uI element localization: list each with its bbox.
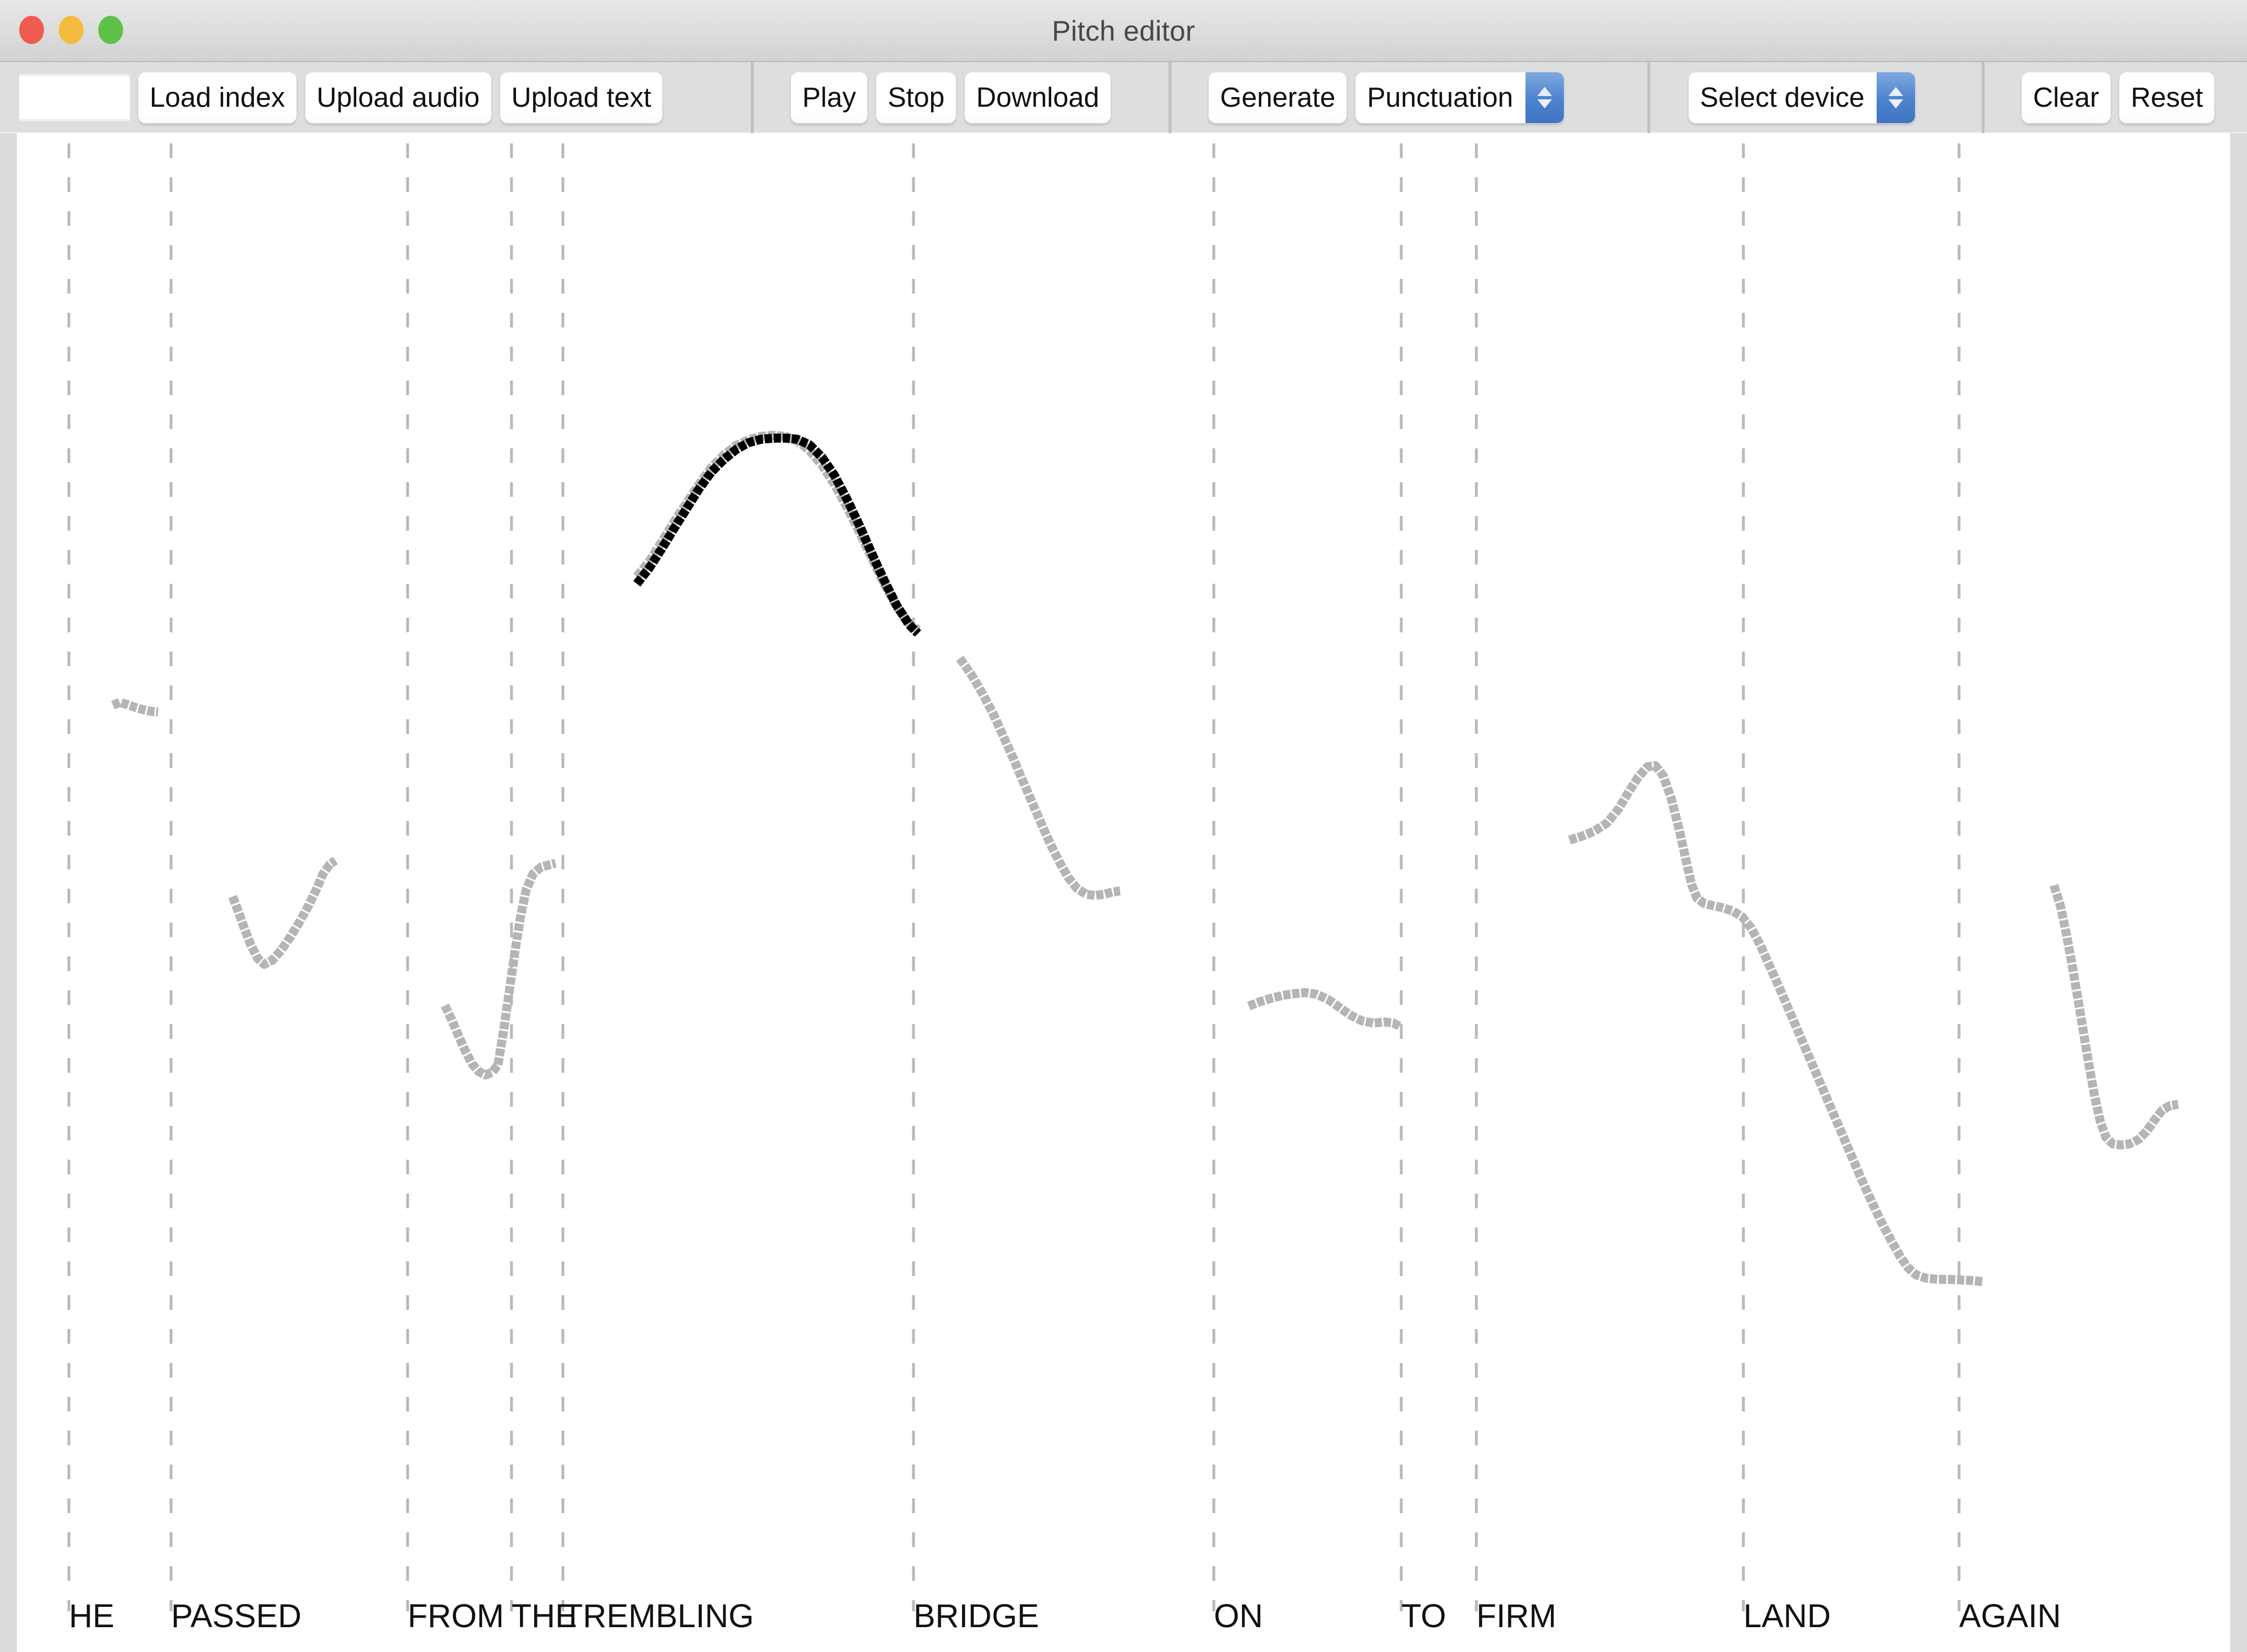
index-input[interactable] (19, 74, 130, 121)
toolbar-group-file: Load index Upload audio Upload text (19, 62, 663, 133)
original-pitch-contour-segment[interactable] (228, 856, 338, 969)
device-select[interactable]: Select device (1688, 72, 1916, 124)
pitch-contour-plot[interactable] (34, 133, 2247, 1652)
toolbar-separator-1 (751, 62, 754, 133)
original-pitch-contour-segment[interactable] (956, 655, 1121, 900)
pitch-chart-area: HE PASSED FROM THE TREMBLING BRIDGE ON TO FIRM LA… (0, 133, 2247, 1652)
original-pitch-contour-segment[interactable] (1247, 988, 1402, 1031)
reset-button[interactable]: Reset (2119, 72, 2215, 124)
original-pitch-contour-segment[interactable] (111, 698, 159, 716)
toolbar: Load index Upload audio Upload text Play… (0, 62, 2247, 133)
original-pitch-contour-segment[interactable] (633, 431, 921, 634)
toolbar-group-device: Select device (1688, 62, 1916, 133)
device-select-value: Select device (1689, 72, 1877, 123)
toolbar-separator-3 (1647, 62, 1650, 133)
window-titlebar: Pitch editor (0, 0, 2247, 62)
chevron-updown-icon (1877, 72, 1916, 123)
generate-button[interactable]: Generate (1208, 72, 1348, 124)
toolbar-group-edit: Clear Reset (2021, 62, 2215, 133)
download-button[interactable]: Download (964, 72, 1112, 124)
original-pitch-contour-segment[interactable] (440, 1003, 502, 1080)
toolbar-group-playback: Play Stop Download (790, 62, 1112, 133)
toolbar-group-generate: Generate Punctuation (1208, 62, 1565, 133)
original-pitch-contour-segment[interactable] (1568, 761, 1983, 1286)
edited-pitch-contour-segment[interactable] (633, 434, 921, 637)
punctuation-select-value: Punctuation (1356, 72, 1526, 123)
punctuation-select[interactable]: Punctuation (1355, 72, 1565, 124)
clear-button[interactable]: Clear (2021, 72, 2112, 124)
pitch-editor-window: Pitch editor Load index Upload audio Upl… (0, 0, 2247, 1652)
window-title: Pitch editor (1052, 15, 1195, 47)
chevron-updown-icon (1525, 72, 1564, 123)
original-pitch-contour-segment[interactable] (493, 859, 557, 1066)
toolbar-separator-2 (1169, 62, 1171, 133)
original-pitch-contour-segment[interactable] (2049, 884, 2179, 1150)
load-index-button[interactable]: Load index (138, 72, 297, 124)
upload-audio-button[interactable]: Upload audio (304, 72, 492, 124)
toolbar-separator-4 (1982, 62, 1984, 133)
upload-text-button[interactable]: Upload text (499, 72, 663, 124)
pitch-canvas[interactable]: HE PASSED FROM THE TREMBLING BRIDGE ON TO FIRM LA… (34, 133, 2247, 1652)
stop-button[interactable]: Stop (876, 72, 957, 124)
play-button[interactable]: Play (790, 72, 868, 124)
